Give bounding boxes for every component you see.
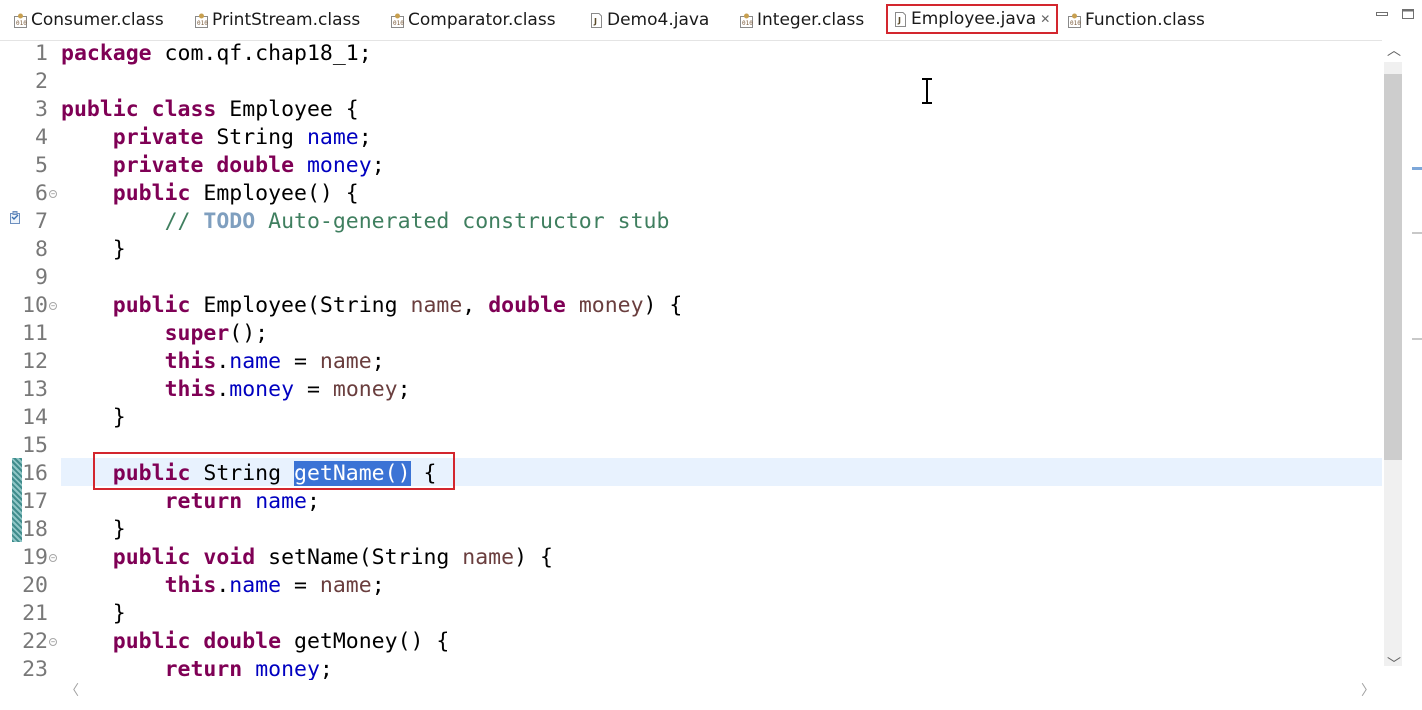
- java-file-icon: J: [894, 11, 907, 27]
- line-number: 12: [22, 349, 48, 374]
- class-file-icon: 010: [391, 13, 404, 28]
- tab-label: Demo4.java: [607, 10, 710, 30]
- code-line: 11 super();: [0, 320, 1382, 348]
- tab-integer-class[interactable]: 010 Integer.class: [740, 6, 864, 34]
- java-file-icon: J: [590, 12, 603, 28]
- line-number: 2: [35, 69, 48, 94]
- class-file-icon: 010: [14, 13, 27, 28]
- class-file-icon: 010: [195, 13, 208, 28]
- tab-demo4-java[interactable]: J Demo4.java: [590, 6, 709, 34]
- svg-text:010: 010: [1070, 20, 1081, 27]
- line-number: 22: [22, 629, 48, 654]
- tab-label: Function.class: [1085, 10, 1205, 30]
- fold-toggle-icon[interactable]: −: [49, 190, 57, 198]
- svg-text:010: 010: [742, 20, 753, 27]
- svg-text:010: 010: [197, 20, 208, 27]
- tab-label: Employee.java: [911, 9, 1037, 29]
- scroll-up-icon[interactable]: ︿: [1387, 44, 1401, 58]
- vertical-scrollbar[interactable]: ︿ ﹀: [1382, 40, 1422, 680]
- line-number: 6: [35, 181, 48, 206]
- line-number: 17: [22, 489, 48, 514]
- code-line: 14 }: [0, 404, 1382, 432]
- overview-ruler-mark[interactable]: [1412, 232, 1422, 234]
- overview-ruler-mark[interactable]: [1412, 338, 1422, 340]
- fold-toggle-icon[interactable]: −: [49, 554, 57, 562]
- fold-toggle-icon[interactable]: −: [49, 302, 57, 310]
- svg-text:010: 010: [393, 20, 404, 27]
- line-number: 14: [22, 405, 48, 430]
- code-line: 4 private String name;: [0, 124, 1382, 152]
- scroll-down-icon[interactable]: ﹀: [1387, 658, 1401, 672]
- line-number: 18: [22, 517, 48, 542]
- scroll-thumb[interactable]: [1384, 74, 1402, 460]
- tab-label: PrintStream.class: [212, 10, 361, 30]
- code-line: 13 this.money = money;: [0, 376, 1382, 404]
- line-number: 23: [22, 657, 48, 680]
- tab-printstream-class[interactable]: 010 PrintStream.class: [195, 6, 360, 34]
- line-number: 8: [35, 237, 48, 262]
- line-number: 10: [22, 293, 48, 318]
- line-number: 7: [35, 209, 48, 234]
- class-file-icon: 010: [740, 13, 753, 28]
- maximize-icon[interactable]: [1402, 8, 1414, 23]
- code-line: 21 }: [0, 600, 1382, 628]
- line-number: 9: [35, 265, 48, 290]
- fold-toggle-icon[interactable]: −: [49, 638, 57, 646]
- tab-label: Consumer.class: [31, 10, 164, 30]
- text-cursor-icon: [919, 78, 935, 104]
- minimize-icon[interactable]: [1376, 8, 1388, 22]
- svg-text:010: 010: [16, 20, 27, 27]
- svg-text:J: J: [897, 16, 901, 25]
- tab-function-class[interactable]: 010 Function.class: [1068, 6, 1205, 34]
- scroll-right-icon[interactable]: 〉: [1361, 684, 1375, 698]
- code-line: 8 }: [0, 236, 1382, 264]
- code-line: 10 − public Employee(String name, double…: [0, 292, 1382, 320]
- line-number: 11: [22, 321, 48, 346]
- tab-label: Integer.class: [757, 10, 865, 30]
- code-line: 19 − public void setName(String name) {: [0, 544, 1382, 572]
- line-number: 21: [22, 601, 48, 626]
- class-file-icon: 010: [1068, 13, 1081, 28]
- tab-comparator-class[interactable]: 010 Comparator.class: [391, 6, 556, 34]
- overview-ruler-mark[interactable]: [1412, 167, 1422, 170]
- close-icon[interactable]: ✕: [1040, 13, 1050, 25]
- code-line: 12 this.name = name;: [0, 348, 1382, 376]
- tab-employee-java[interactable]: J Employee.java ✕: [886, 4, 1059, 34]
- editor-tab-bar: 010 Consumer.class 010 PrintStream.class…: [0, 0, 1422, 41]
- line-number: 3: [35, 97, 48, 122]
- code-line: 5 private double money;: [0, 152, 1382, 180]
- code-line: 2: [0, 68, 1382, 96]
- tab-consumer-class[interactable]: 010 Consumer.class: [14, 6, 164, 34]
- horizontal-scrollbar[interactable]: 〈 〉: [61, 680, 1382, 704]
- code-line: 9: [0, 264, 1382, 292]
- line-number: 4: [35, 125, 48, 150]
- line-number: 1: [35, 41, 48, 66]
- svg-text:J: J: [593, 17, 597, 26]
- code-line: 1 package com.qf.chap18_1;: [0, 40, 1382, 68]
- line-number: 19: [22, 545, 48, 570]
- code-line: 23 return money;: [0, 656, 1382, 680]
- line-number: 5: [35, 153, 48, 178]
- annotation-highlight-box: [93, 452, 455, 490]
- scroll-left-icon[interactable]: 〈: [65, 684, 79, 698]
- tab-label: Comparator.class: [408, 10, 556, 30]
- line-number: 13: [22, 377, 48, 402]
- code-editor[interactable]: 1 package com.qf.chap18_1; 2 3 public cl…: [0, 40, 1382, 680]
- code-line: 22 − public double getMoney() {: [0, 628, 1382, 656]
- line-number: 15: [22, 433, 48, 458]
- code-line: 18 }: [0, 516, 1382, 544]
- code-line: 7 // TODO Auto-generated constructor stu…: [0, 208, 1382, 236]
- line-number: 16: [22, 461, 48, 486]
- line-number: 20: [22, 573, 48, 598]
- code-line: 17 return name;: [0, 488, 1382, 516]
- code-line: 3 public class Employee {: [0, 96, 1382, 124]
- code-line: 6 − public Employee() {: [0, 180, 1382, 208]
- code-line: 20 this.name = name;: [0, 572, 1382, 600]
